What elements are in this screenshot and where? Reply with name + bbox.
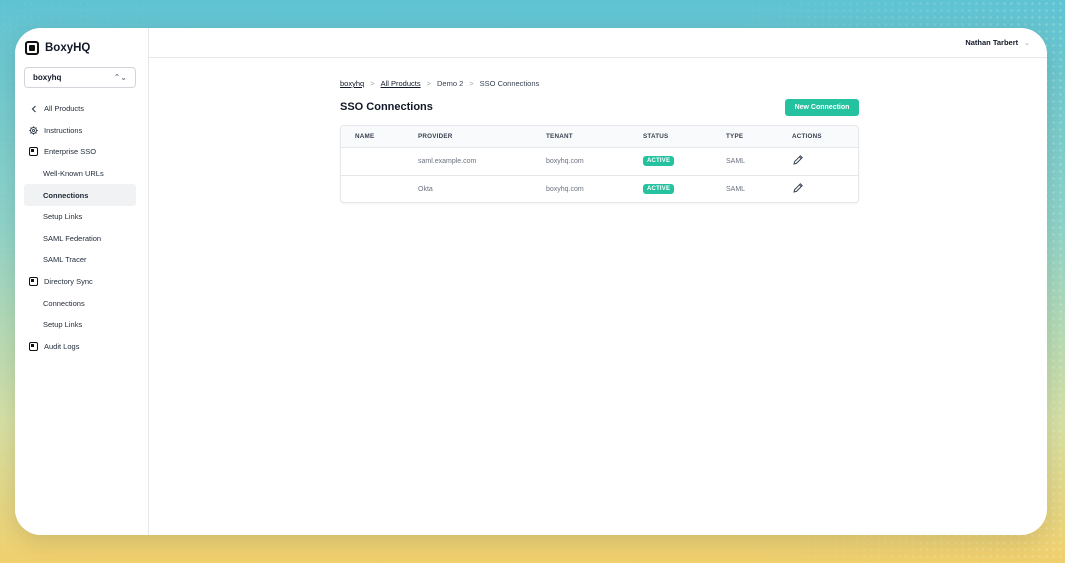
top-header: Nathan Tarbert ⌄ [149, 28, 1047, 58]
updown-chevron-icon: ⌃⌄ [113, 73, 127, 82]
audit-icon [29, 341, 38, 351]
edit-pencil-icon[interactable] [792, 154, 804, 166]
sidebar-item-label: Well-Known URLs [43, 169, 104, 179]
sidebar-nav: All Products Instructions Enterprise SSO… [24, 98, 136, 357]
cell-provider: saml.example.com [418, 157, 477, 165]
status-badge: ACTIVE [643, 156, 675, 166]
sidebar-item-label: SAML Tracer [43, 255, 87, 265]
sidebar-item-label: All Products [44, 104, 85, 114]
column-header-type: TYPE [726, 132, 744, 140]
sso-icon [29, 147, 38, 157]
column-header-tenant: TENANT [546, 132, 573, 140]
breadcrumb-separator: > [370, 79, 375, 88]
sidebar-item-directory-sync[interactable]: Directory Sync [24, 271, 136, 293]
sidebar-item-sso-setup-links[interactable]: Setup Links [24, 206, 136, 228]
breadcrumb-link-all-products[interactable]: All Products [381, 79, 421, 88]
sidebar-item-sso-connections[interactable]: Connections [24, 184, 136, 206]
sidebar-item-label: Directory Sync [44, 277, 93, 287]
sidebar-item-dsync-setup-links[interactable]: Setup Links [24, 314, 136, 336]
breadcrumb-separator: > [426, 79, 431, 88]
breadcrumb-current: SSO Connections [479, 79, 540, 88]
cell-tenant: boxyhq.com [546, 157, 584, 165]
sidebar-item-label: Enterprise SSO [44, 147, 97, 157]
sidebar-item-dsync-connections[interactable]: Connections [24, 292, 136, 314]
sidebar-item-saml-federation[interactable]: SAML Federation [24, 228, 136, 250]
chevron-left-icon [29, 104, 38, 113]
cell-type: SAML [726, 185, 746, 193]
sidebar-item-audit-logs[interactable]: Audit Logs [24, 336, 136, 358]
new-connection-button[interactable]: New Connection [785, 99, 859, 116]
column-header-status: STATUS [643, 132, 669, 140]
team-select[interactable]: boxyhq ⌃⌄ [24, 67, 136, 88]
user-name: Nathan Tarbert [965, 38, 1019, 47]
cell-status: ACTIVE [643, 175, 726, 202]
sidebar-item-well-known-urls[interactable]: Well-Known URLs [24, 163, 136, 185]
cell-status: ACTIVE [643, 147, 726, 175]
column-header-name: NAME [355, 132, 375, 140]
sidebar-item-enterprise-sso[interactable]: Enterprise SSO [24, 141, 136, 163]
cell-type: SAML [726, 157, 746, 165]
boxyhq-logo-icon [25, 41, 39, 55]
gear-icon [29, 126, 38, 135]
column-header-provider: PROVIDER [418, 132, 453, 140]
cell-tenant: boxyhq.com [546, 185, 584, 193]
cell-name [341, 147, 418, 175]
sidebar-item-label: Connections [43, 298, 85, 308]
table-row: Okta boxyhq.com ACTIVE SAML [341, 175, 858, 202]
user-menu[interactable]: Nathan Tarbert ⌄ [965, 38, 1030, 47]
sidebar-item-all-products[interactable]: All Products [24, 98, 136, 120]
sidebar-item-instructions[interactable]: Instructions [24, 120, 136, 142]
cell-provider: Okta [418, 185, 433, 193]
table-row: saml.example.com boxyhq.com ACTIVE SAML [341, 147, 858, 175]
cell-name [341, 175, 418, 202]
edit-pencil-icon[interactable] [792, 182, 804, 194]
sidebar-item-label: Setup Links [43, 320, 83, 330]
table-header-row: NAME PROVIDER TENANT STATUS TYPE ACTIONS [341, 126, 858, 147]
sidebar-item-label: Setup Links [43, 212, 83, 222]
sidebar: BoxyHQ boxyhq ⌃⌄ All Products Instructio… [15, 28, 149, 535]
connections-table: NAME PROVIDER TENANT STATUS TYPE ACTIONS… [340, 125, 859, 203]
column-header-actions: ACTIONS [792, 132, 822, 140]
brand-name: BoxyHQ [45, 42, 91, 54]
sidebar-item-label: Instructions [44, 125, 83, 135]
breadcrumb-link-team[interactable]: boxyhq [340, 79, 364, 88]
team-select-value: boxyhq [33, 73, 62, 82]
brand[interactable]: BoxyHQ [25, 41, 90, 55]
sidebar-item-label: SAML Federation [43, 233, 102, 243]
chevron-down-icon: ⌄ [1024, 39, 1030, 47]
sidebar-item-label: Connections [43, 190, 89, 200]
status-badge: ACTIVE [643, 184, 675, 195]
cell-actions [792, 147, 858, 175]
app-window: BoxyHQ boxyhq ⌃⌄ All Products Instructio… [15, 28, 1047, 535]
cell-actions [792, 175, 858, 202]
sidebar-item-saml-tracer[interactable]: SAML Tracer [24, 249, 136, 271]
sidebar-item-label: Audit Logs [44, 341, 80, 351]
directory-icon [29, 277, 38, 287]
breadcrumb-product: Demo 2 [437, 79, 464, 88]
page-title: SSO Connections [340, 101, 433, 113]
breadcrumb-separator: > [469, 79, 474, 88]
breadcrumb: boxyhq > All Products > Demo 2 > SSO Con… [340, 79, 539, 88]
